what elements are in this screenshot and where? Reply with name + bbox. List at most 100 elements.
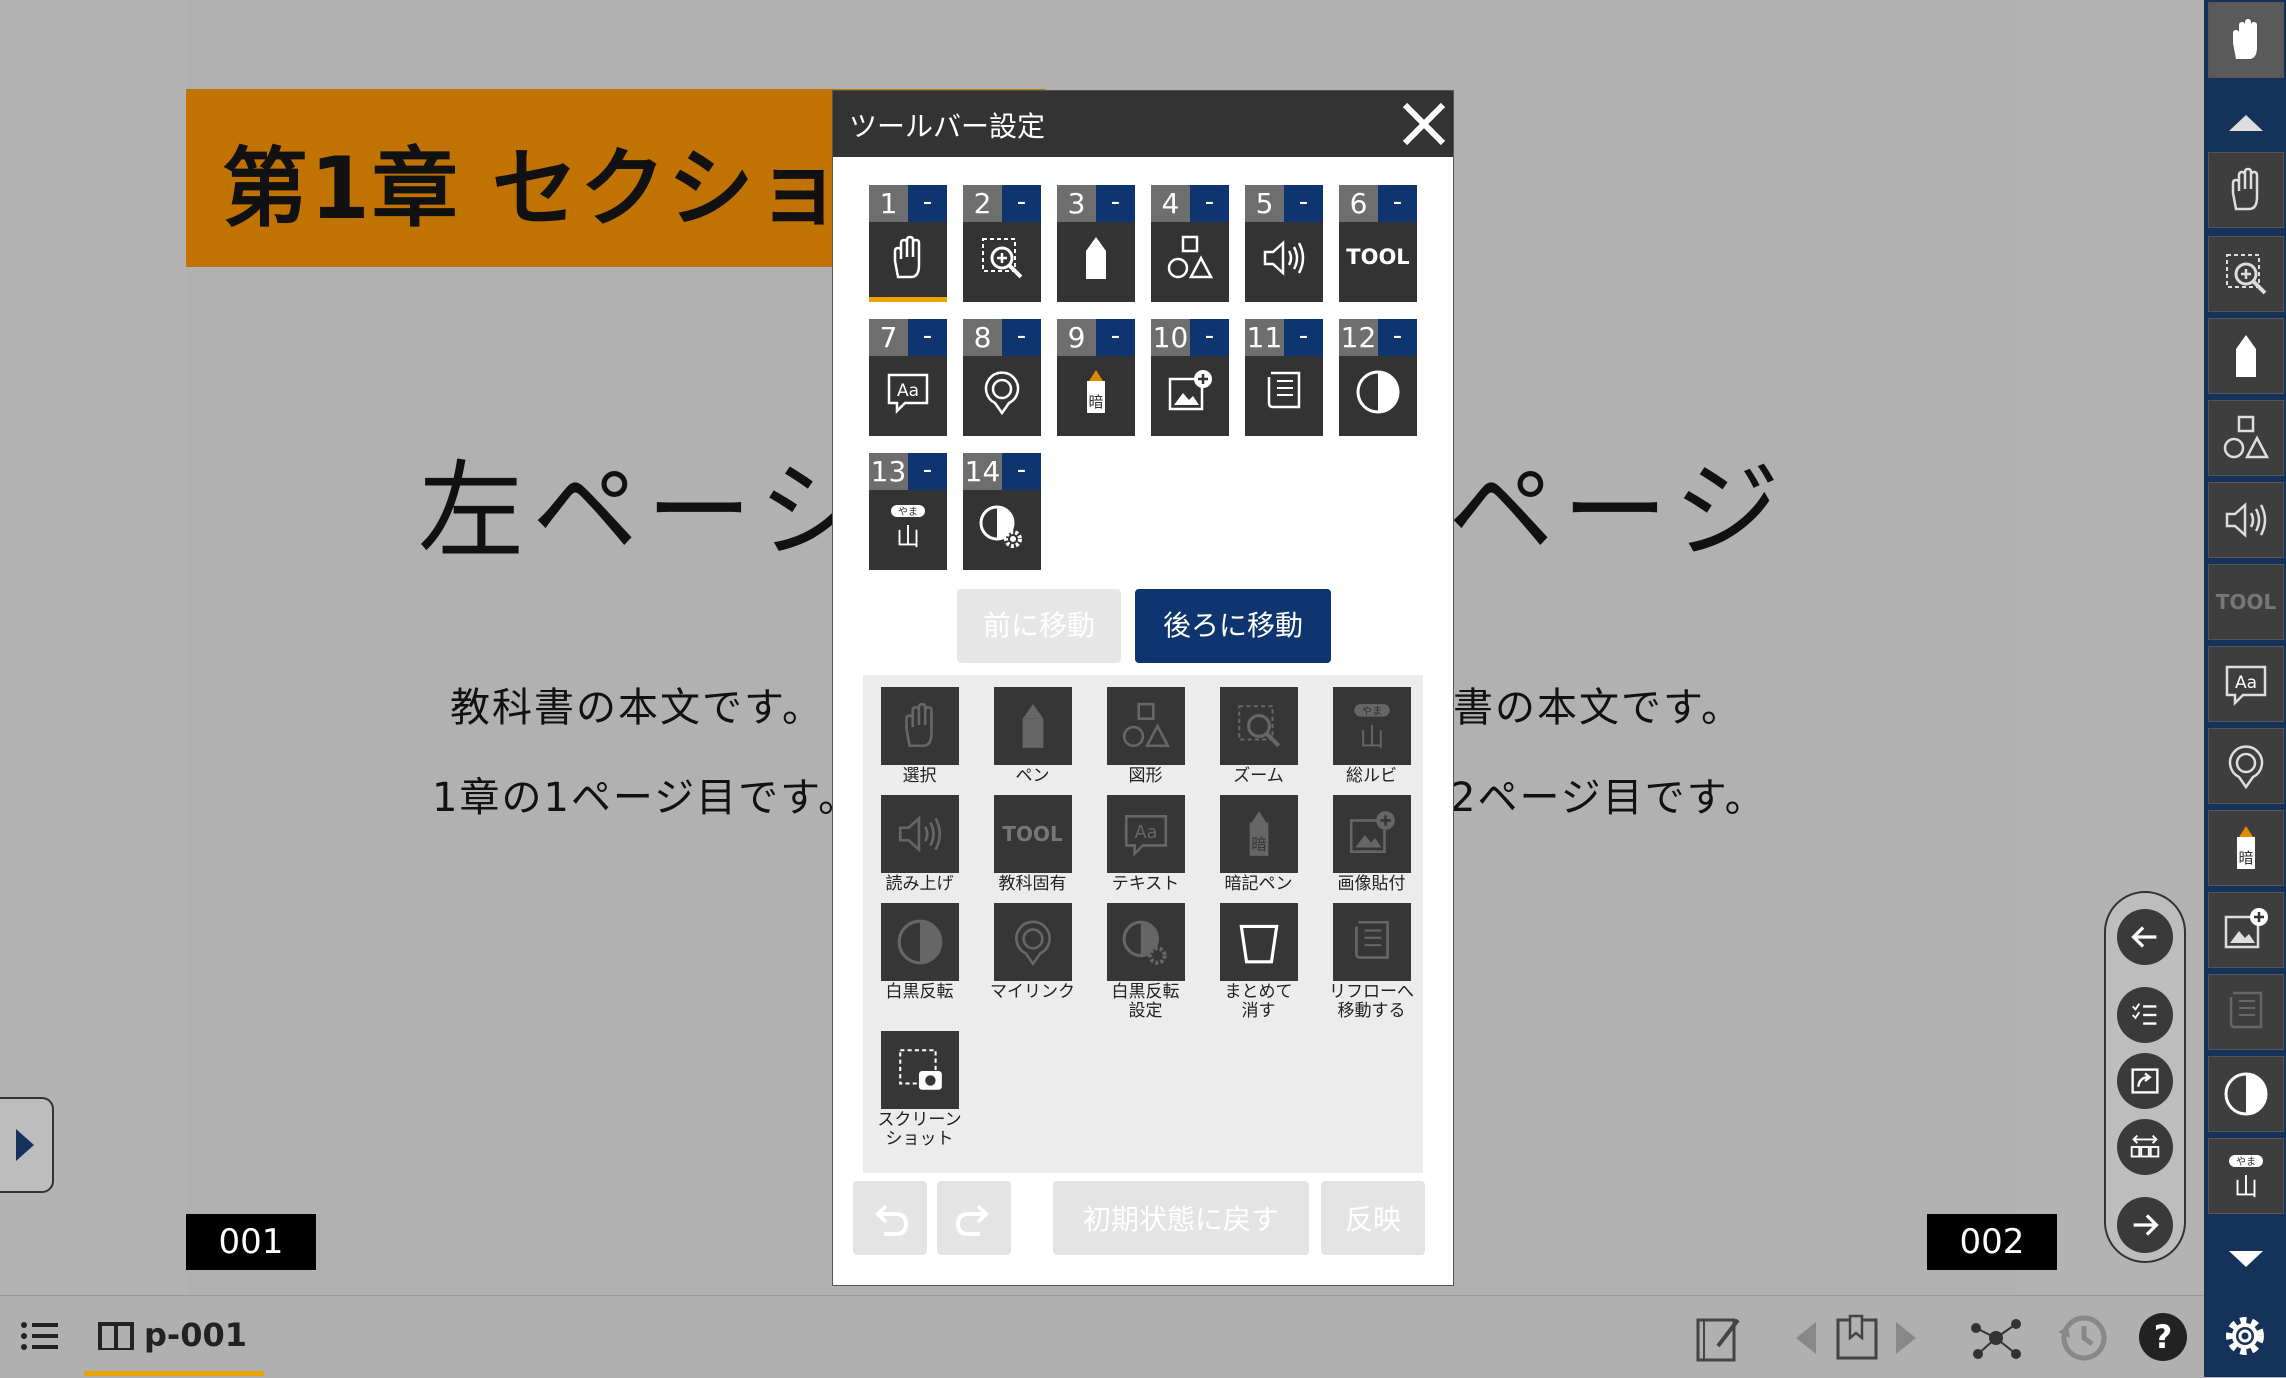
palette-item-invert-settings[interactable]: 白黒反転 設定 [1089,903,1202,1021]
current-page-indicator[interactable]: p-001 [84,1296,264,1376]
zoom-icon [982,238,1023,279]
floating-nav [2104,891,2186,1263]
remove-slot-button[interactable]: - [908,453,947,490]
palette-item-select[interactable]: 選択 [863,687,976,786]
toolbar-text-button[interactable]: Aa [2208,646,2284,722]
toolbar-select-button[interactable] [2208,152,2284,228]
toolbar-zoom-button[interactable] [2208,236,2284,312]
remove-slot-button[interactable]: - [1378,185,1417,222]
slot-number: 11 [1245,319,1284,356]
memorize-pen-icon: 暗 [1087,370,1105,413]
palette-item-mylink[interactable]: マイリンク [976,903,1089,1002]
remove-slot-button[interactable]: - [908,185,947,222]
toolbar-slot-10[interactable]: 10 - [1151,319,1229,436]
slot-number: 6 [1339,185,1378,222]
bookmark-button[interactable] [1832,1310,1882,1366]
remove-slot-button[interactable]: - [1002,453,1041,490]
toolbar-slot-11[interactable]: 11 - [1245,319,1323,436]
remove-slot-button[interactable]: - [1284,185,1323,222]
bookmark-next-button[interactable] [1892,1316,1922,1360]
page-jump-icon [2131,1068,2159,1094]
page-jump-button[interactable] [2117,1053,2173,1109]
tool-icon: TOOL [2215,590,2277,614]
toolbar-hand-active-button[interactable] [2208,2,2284,78]
toolbar-reflow-button[interactable] [2208,974,2284,1050]
right-toolbar: TOOL Aa 暗 やま山 [2204,0,2286,1298]
left-panel-toggle[interactable] [0,1097,54,1193]
toolbar-pen-button[interactable] [2208,318,2284,394]
toolbar-ruby-button[interactable]: やま山 [2208,1138,2284,1214]
remove-slot-button[interactable]: - [1190,319,1229,356]
remove-slot-button[interactable]: - [1378,319,1417,356]
palette-item-clear-all[interactable]: まとめて 消す [1202,903,1315,1021]
toolbar-slot-12[interactable]: 12 - [1339,319,1417,436]
toolbar-slot-2[interactable]: 2 - [963,185,1041,302]
toolbar-slot-14[interactable]: 14 - [963,453,1041,570]
redo-button[interactable] [937,1181,1011,1255]
remove-slot-button[interactable]: - [1002,185,1041,222]
palette-item-reflow[interactable]: リフローへ 移動する [1315,903,1428,1021]
palette-item-memorize-pen[interactable]: 暗 暗記ペン [1202,795,1315,894]
apply-button[interactable]: 反映 [1321,1181,1425,1255]
toolbar-slot-8[interactable]: 8 - [963,319,1041,436]
toolbar-tool-button[interactable]: TOOL [2208,564,2284,640]
bookmark-prev-button[interactable] [1790,1316,1820,1360]
toolbar-shapes-button[interactable] [2208,400,2284,476]
palette-item-image-paste[interactable]: 画像貼付 [1315,795,1428,894]
toolbar-slot-7[interactable]: 7 - Aa [869,319,947,436]
remove-slot-button[interactable]: - [1096,185,1135,222]
move-prev-button[interactable]: 前に移動 [957,589,1121,663]
redo-icon [955,1204,989,1236]
palette-item-screenshot[interactable]: スクリーン ショット [863,1031,976,1149]
undo-button[interactable] [853,1181,927,1255]
toolbar-slot-4[interactable]: 4 - [1151,185,1229,302]
dialog-title: ツールバー設定 [849,110,1046,143]
palette-item-zoom[interactable]: ズーム [1202,687,1315,786]
toolbar-slot-9[interactable]: 9 - 暗 [1057,319,1135,436]
note-button[interactable] [1690,1310,1746,1366]
palette-item-invert[interactable]: 白黒反転 [863,903,976,1002]
help-button[interactable]: ? [2136,1310,2190,1364]
contents-list-button[interactable] [2117,987,2173,1043]
toolbar-image-add-button[interactable] [2208,892,2284,968]
remove-slot-button[interactable]: - [1190,185,1229,222]
move-next-button[interactable]: 後ろに移動 [1135,589,1331,663]
reset-default-button[interactable]: 初期状態に戻す [1053,1181,1309,1255]
toolbar-memorize-pen-button[interactable]: 暗 [2208,810,2284,886]
network-button[interactable] [1966,1310,2026,1366]
text-icon: Aa [887,373,929,415]
menu-button[interactable] [16,1316,66,1356]
remove-slot-button[interactable]: - [908,319,947,356]
reflow-icon [2229,991,2263,1029]
palette-item-text[interactable]: Aa テキスト [1089,795,1202,894]
slot-number: 13 [869,453,908,490]
toolbar-slot-5[interactable]: 5 - [1245,185,1323,302]
toolbar-readaloud-button[interactable] [2208,482,2284,558]
palette-label: 白黒反転 設定 [1111,982,1180,1021]
toolbar-scroll-up-button[interactable] [2208,84,2284,160]
toolbar-slot-1[interactable]: 1 - [869,185,947,302]
toolbar-invert-button[interactable] [2208,1056,2284,1132]
palette-item-readaloud[interactable]: 読み上げ [863,795,976,894]
palette-item-shapes[interactable]: 図形 [1089,687,1202,786]
next-page-button[interactable] [2117,1197,2173,1253]
remove-slot-button[interactable]: - [1002,319,1041,356]
palette-item-subject-tool[interactable]: TOOL 教科固有 [976,795,1089,894]
palette-label: まとめて 消す [1224,982,1293,1021]
toolbar-mylink-button[interactable] [2208,728,2284,804]
remove-slot-button[interactable]: - [1096,319,1135,356]
toolbar-slot-6[interactable]: 6 - TOOL [1339,185,1417,302]
spread-view-button[interactable] [2117,1119,2173,1175]
close-button[interactable] [1397,97,1451,151]
toolbar-scroll-down-button[interactable] [2208,1222,2284,1298]
history-button[interactable] [2052,1308,2112,1368]
palette-item-ruby[interactable]: やま山 総ルビ [1315,687,1428,786]
speaker-icon [898,815,941,853]
prev-page-button[interactable] [2117,909,2173,965]
toolbar-slot-3[interactable]: 3 - [1057,185,1135,302]
slot-number: 10 [1151,319,1190,356]
toolbar-slot-13[interactable]: 13 - やま山 [869,453,947,570]
settings-button[interactable] [2204,1295,2286,1377]
palette-item-pen[interactable]: ペン [976,687,1089,786]
remove-slot-button[interactable]: - [1284,319,1323,356]
